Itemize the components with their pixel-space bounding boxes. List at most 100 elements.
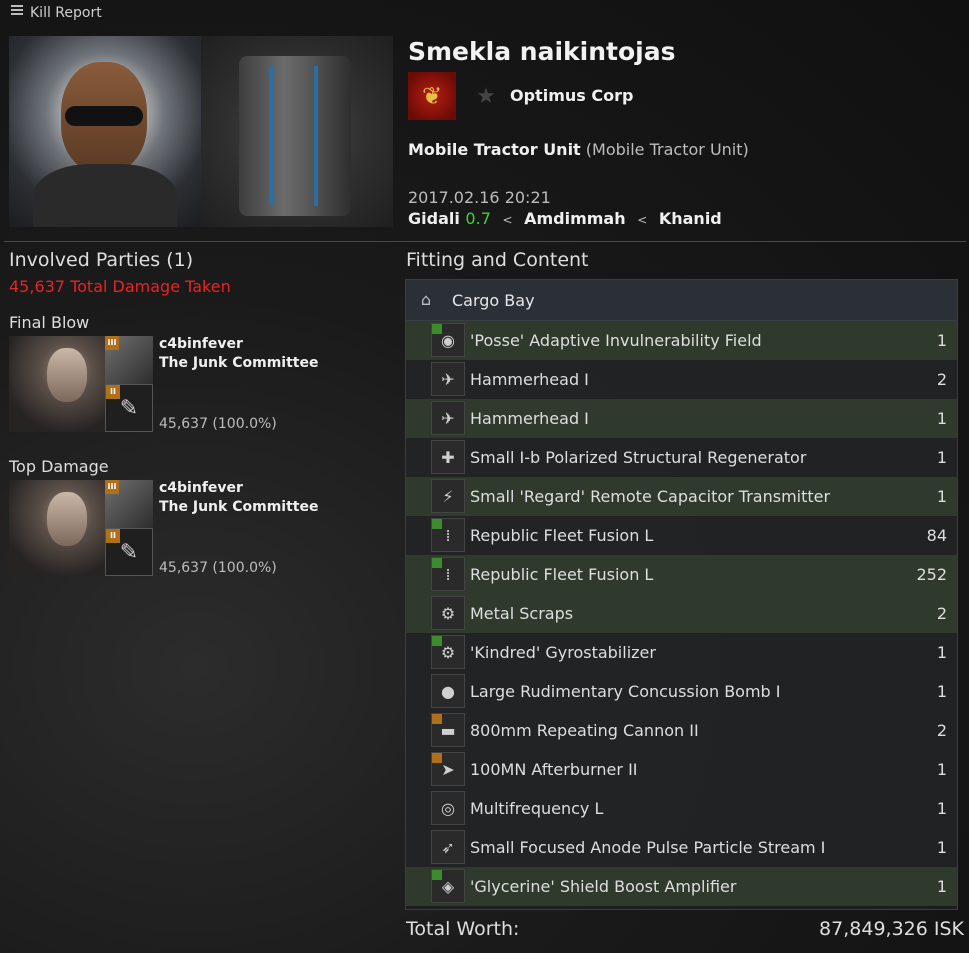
crystal-icon[interactable]: ◎ xyxy=(431,791,465,825)
cargo-item-row[interactable]: ● Large Rudimentary Concussion Bomb I 1 xyxy=(406,672,957,711)
victim-portrait[interactable] xyxy=(9,36,201,227)
attacker-name[interactable]: c4binfever xyxy=(159,480,243,496)
total-damage-taken: 45,637 Total Damage Taken xyxy=(9,277,231,296)
cargo-item-row[interactable]: ◉ 'Posse' Adaptive Invulnerability Field 1 xyxy=(406,321,957,360)
attacker-weapon-icon[interactable]: II ✎ xyxy=(105,384,153,432)
constellation-name[interactable]: Amdimmah xyxy=(524,209,626,228)
victim-ship-image[interactable] xyxy=(201,36,393,227)
cargo-bay-icon: ⌂ xyxy=(420,290,432,309)
cargo-item-row[interactable]: ✚ Small I-b Polarized Structural Regenera… xyxy=(406,438,957,477)
item-quantity: 2 xyxy=(936,721,947,740)
item-name[interactable]: Small I-b Polarized Structural Regenerat… xyxy=(470,448,806,467)
final-blow-attacker[interactable]: III II ✎ c4binfever The Junk Committee 45… xyxy=(9,336,389,436)
item-quantity: 2 xyxy=(936,604,947,623)
title-bar: Kill Report xyxy=(0,0,969,28)
meta-level-badge xyxy=(432,519,442,529)
corporation-name[interactable]: Optimus Corp xyxy=(510,86,633,105)
attacker-ship-icon[interactable]: III xyxy=(105,336,153,384)
item-name[interactable]: 'Glycerine' Shield Boost Amplifier xyxy=(470,877,736,896)
shield-module-icon[interactable]: ◉ xyxy=(431,323,465,357)
scrap-icon[interactable]: ⚙ xyxy=(431,596,465,630)
top-damage-attacker[interactable]: III II ✎ c4binfever The Junk Committee 45… xyxy=(9,480,389,580)
attacker-corp[interactable]: The Junk Committee xyxy=(159,499,318,515)
item-quantity: 1 xyxy=(936,448,947,467)
item-name[interactable]: Republic Fleet Fusion L xyxy=(470,565,653,584)
item-name[interactable]: Large Rudimentary Concussion Bomb I xyxy=(470,682,781,701)
tech-badge: III xyxy=(105,480,119,494)
fitting-panel[interactable]: ⌂ Cargo Bay ◉ 'Posse' Adaptive Invulnerab… xyxy=(405,279,958,910)
cargo-item-row[interactable]: ⚙ Metal Scraps 2 xyxy=(406,594,957,633)
kill-datetime: 2017.02.16 20:21 xyxy=(408,188,551,207)
location-separator: < xyxy=(637,213,648,227)
victim-name[interactable]: Smekla naikintojas xyxy=(408,37,675,66)
item-name[interactable]: 'Posse' Adaptive Invulnerability Field xyxy=(470,331,762,350)
cargo-item-row[interactable]: ▬ 800mm Repeating Cannon II 2 xyxy=(406,711,957,750)
attacker-name[interactable]: c4binfever xyxy=(159,336,243,352)
cannon-icon[interactable]: ▬ xyxy=(431,713,465,747)
repair-module-icon[interactable]: ✚ xyxy=(431,440,465,474)
cargo-item-row[interactable]: ✈ Hammerhead I 1 xyxy=(406,399,957,438)
afterburner-icon[interactable]: ➤ xyxy=(431,752,465,786)
gyrostabilizer-icon[interactable]: ⚙ xyxy=(431,635,465,669)
ammo-icon[interactable]: ⁞ xyxy=(431,557,465,591)
divider xyxy=(4,241,966,242)
system-name[interactable]: Gidali xyxy=(408,209,460,228)
item-quantity: 1 xyxy=(936,682,947,701)
window-title: Kill Report xyxy=(30,5,102,21)
item-name[interactable]: Metal Scraps xyxy=(470,604,573,623)
cargo-item-row[interactable]: ⁞ Republic Fleet Fusion L 84 xyxy=(406,516,957,555)
item-name[interactable]: Hammerhead I xyxy=(470,370,589,389)
total-worth-value: 87,849,326 ISK xyxy=(819,918,964,940)
cargo-item-row[interactable]: ⚙ 'Kindred' Gyrostabilizer 1 xyxy=(406,633,957,672)
ship-line: Mobile Tractor Unit (Mobile Tractor Unit… xyxy=(408,140,749,159)
drone-icon[interactable]: ✈ xyxy=(431,401,465,435)
corporation-logo[interactable]: ❦ xyxy=(408,72,456,120)
region-name[interactable]: Khanid xyxy=(659,209,722,228)
cargo-item-row[interactable]: ✈ Hammerhead I 2 xyxy=(406,360,957,399)
attacker-ship-icon[interactable]: III xyxy=(105,480,153,528)
attacker-damage: 45,637 (100.0%) xyxy=(159,416,277,432)
cargo-item-row[interactable]: ◎ Multifrequency L 1 xyxy=(406,789,957,828)
shield-amplifier-icon[interactable]: ◈ xyxy=(431,869,465,903)
item-name[interactable]: Small Focused Anode Pulse Particle Strea… xyxy=(470,838,825,857)
item-name[interactable]: 800mm Repeating Cannon II xyxy=(470,721,699,740)
cargo-item-row[interactable]: ⁞ Republic Fleet Fusion L 252 xyxy=(406,555,957,594)
attacker-avatar[interactable] xyxy=(9,336,105,432)
item-name[interactable]: Republic Fleet Fusion L xyxy=(470,526,653,545)
item-name[interactable]: Hammerhead I xyxy=(470,409,589,428)
item-name[interactable]: Small 'Regard' Remote Capacitor Transmit… xyxy=(470,487,830,506)
attacker-damage: 45,637 (100.0%) xyxy=(159,560,277,576)
capacitor-transmitter-icon[interactable]: ⚡ xyxy=(431,479,465,513)
top-damage-label: Top Damage xyxy=(9,457,109,476)
cargo-item-list: ◉ 'Posse' Adaptive Invulnerability Field 1… xyxy=(406,321,957,906)
kill-location: Gidali 0.7 < Amdimmah < Khanid xyxy=(408,209,722,228)
laser-icon[interactable]: ➶ xyxy=(431,830,465,864)
cargo-item-row[interactable]: ◈ 'Glycerine' Shield Boost Amplifier 1 xyxy=(406,867,957,906)
cargo-item-row[interactable]: ➶ Small Focused Anode Pulse Particle Stre… xyxy=(406,828,957,867)
attacker-corp[interactable]: The Junk Committee xyxy=(159,355,318,371)
drone-icon[interactable]: ✈ xyxy=(431,362,465,396)
menu-icon[interactable] xyxy=(11,5,23,17)
item-quantity: 1 xyxy=(936,877,947,896)
item-name[interactable]: Multifrequency L xyxy=(470,799,603,818)
final-blow-label: Final Blow xyxy=(9,313,90,332)
ammo-icon[interactable]: ⁞ xyxy=(431,518,465,552)
item-name[interactable]: 100MN Afterburner II xyxy=(470,760,638,779)
item-quantity: 1 xyxy=(936,799,947,818)
item-quantity: 252 xyxy=(916,565,947,584)
ship-name[interactable]: Mobile Tractor Unit xyxy=(408,140,581,159)
bomb-icon[interactable]: ● xyxy=(431,674,465,708)
security-status: 0.7 xyxy=(465,209,491,228)
item-name[interactable]: 'Kindred' Gyrostabilizer xyxy=(470,643,656,662)
attacker-weapon-icon[interactable]: II ✎ xyxy=(105,528,153,576)
cargo-item-row[interactable]: ⚡ Small 'Regard' Remote Capacitor Transmi… xyxy=(406,477,957,516)
cargo-bay-header[interactable]: ⌂ Cargo Bay xyxy=(406,280,957,321)
attacker-avatar[interactable] xyxy=(9,480,105,576)
tech-badge: II xyxy=(106,385,120,399)
meta-level-badge xyxy=(432,324,442,334)
tech-badge: II xyxy=(106,529,120,543)
item-quantity: 1 xyxy=(936,838,947,857)
total-worth-label: Total Worth: xyxy=(406,918,520,940)
cargo-item-row[interactable]: ➤ 100MN Afterburner II 1 xyxy=(406,750,957,789)
involved-parties-heading: Involved Parties (1) xyxy=(9,249,194,271)
